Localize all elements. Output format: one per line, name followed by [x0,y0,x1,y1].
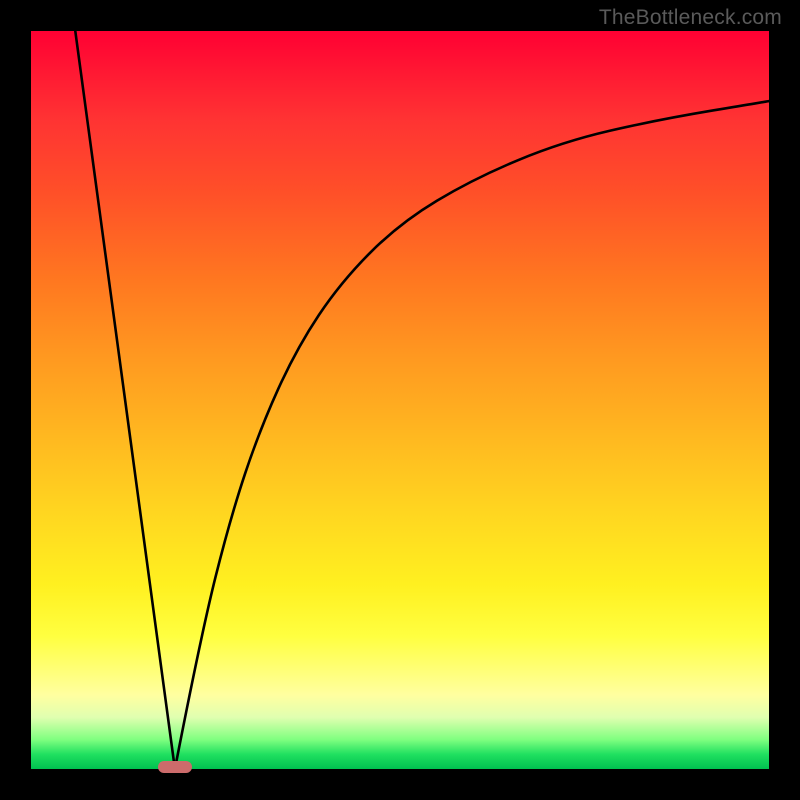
bottom-pill-marker [158,761,192,773]
watermark-text: TheBottleneck.com [599,6,782,30]
right-curve [175,101,769,769]
curve-svg [31,31,769,769]
chart-frame: TheBottleneck.com [0,0,800,800]
left-line [75,31,175,769]
plot-area [31,31,769,769]
